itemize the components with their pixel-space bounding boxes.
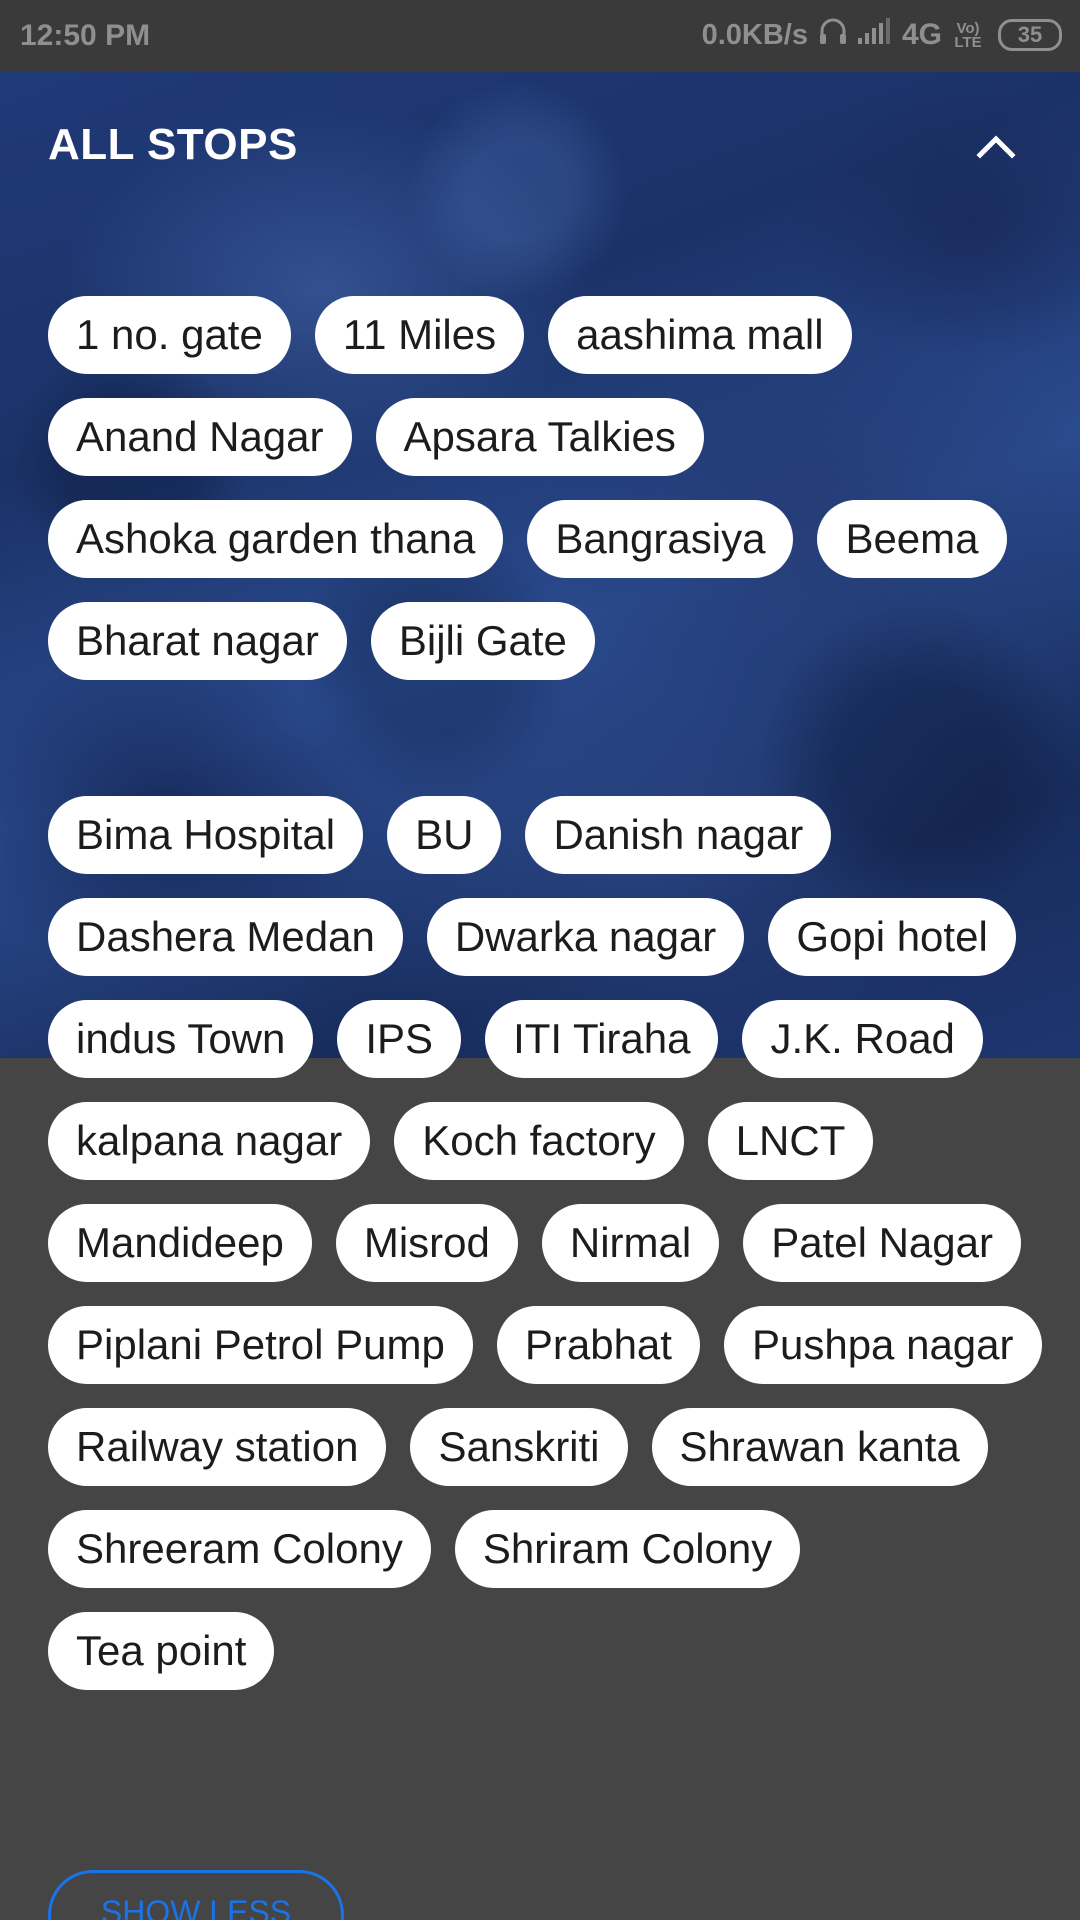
- stop-chip[interactable]: Piplani Petrol Pump: [48, 1306, 473, 1384]
- stop-chip[interactable]: J.K. Road: [742, 1000, 983, 1078]
- collapse-button[interactable]: [968, 124, 1024, 172]
- stop-chip[interactable]: Shriram Colony: [454, 1510, 801, 1588]
- stop-chip[interactable]: BU: [387, 796, 502, 874]
- chevron-up-icon: [976, 133, 1016, 164]
- headphones-icon: [818, 16, 848, 54]
- stop-chip[interactable]: Dashera Medan: [48, 898, 403, 976]
- stop-chip[interactable]: Nirmal: [541, 1204, 720, 1282]
- stop-chip[interactable]: indus Town: [48, 1000, 314, 1078]
- stop-chip[interactable]: Bima Hospital: [48, 796, 364, 874]
- stop-chip[interactable]: Bangrasiya: [527, 500, 794, 578]
- status-bar: 12:50 PM 0.0KB/s 4G Vo) LTE 35: [0, 0, 1080, 72]
- section-title: ALL STOPS: [48, 120, 298, 169]
- stop-chip[interactable]: Dwarka nagar: [426, 898, 745, 976]
- screen: 12:50 PM 0.0KB/s 4G Vo) LTE 35 ALL STOPS…: [0, 0, 1080, 1920]
- stop-chip[interactable]: Bharat nagar: [48, 602, 347, 680]
- stop-chip[interactable]: LNCT: [707, 1102, 874, 1180]
- stop-chip[interactable]: 11 Miles: [314, 296, 525, 374]
- stops-chip-group: 1 no. gate 11 Miles aashima mall Anand Naga…: [48, 296, 1048, 680]
- stop-chip[interactable]: Pushpa nagar: [723, 1306, 1042, 1384]
- show-less-button[interactable]: SHOW LESS: [48, 1870, 344, 1920]
- stop-chip[interactable]: Koch factory: [394, 1102, 684, 1180]
- stop-chip[interactable]: Gopi hotel: [768, 898, 1016, 976]
- stop-chip[interactable]: IPS: [337, 1000, 462, 1078]
- stop-chip[interactable]: Shreeram Colony: [48, 1510, 431, 1588]
- stop-chip[interactable]: kalpana nagar: [48, 1102, 371, 1180]
- stop-chip[interactable]: Prabhat: [496, 1306, 700, 1384]
- status-time: 12:50 PM: [20, 19, 151, 52]
- stop-chip[interactable]: Apsara Talkies: [375, 398, 704, 476]
- stop-chip[interactable]: Patel Nagar: [743, 1204, 1021, 1282]
- stop-chip[interactable]: Shrawan kanta: [651, 1408, 988, 1486]
- stop-chip[interactable]: Anand Nagar: [48, 398, 352, 476]
- stop-chip[interactable]: Misrod: [335, 1204, 518, 1282]
- network-type: 4G: [901, 18, 942, 51]
- network-speed: 0.0KB/s: [701, 18, 808, 51]
- stop-chip[interactable]: Danish nagar: [525, 796, 832, 874]
- stop-chip[interactable]: Tea point: [48, 1612, 275, 1690]
- stop-chip[interactable]: Railway station: [48, 1408, 387, 1486]
- signal-icon: [857, 18, 892, 52]
- stop-chip[interactable]: Ashoka garden thana: [48, 500, 504, 578]
- stop-chip[interactable]: 1 no. gate: [48, 296, 291, 374]
- volte-icon: Vo) LTE: [954, 20, 982, 51]
- stops-chip-group: Bima Hospital BU Danish nagar Dashera Medan…: [48, 796, 1048, 1690]
- status-indicators: 0.0KB/s 4G Vo) LTE 35: [702, 16, 1062, 54]
- stop-chip[interactable]: Bijli Gate: [370, 602, 595, 680]
- battery-icon: 35: [998, 19, 1062, 51]
- stop-chip[interactable]: Beema: [817, 500, 1007, 578]
- stop-chip[interactable]: aashima mall: [548, 296, 852, 374]
- stop-chip[interactable]: Sanskriti: [410, 1408, 628, 1486]
- stop-chip[interactable]: ITI Tiraha: [485, 1000, 719, 1078]
- stop-chip[interactable]: Mandideep: [48, 1204, 312, 1282]
